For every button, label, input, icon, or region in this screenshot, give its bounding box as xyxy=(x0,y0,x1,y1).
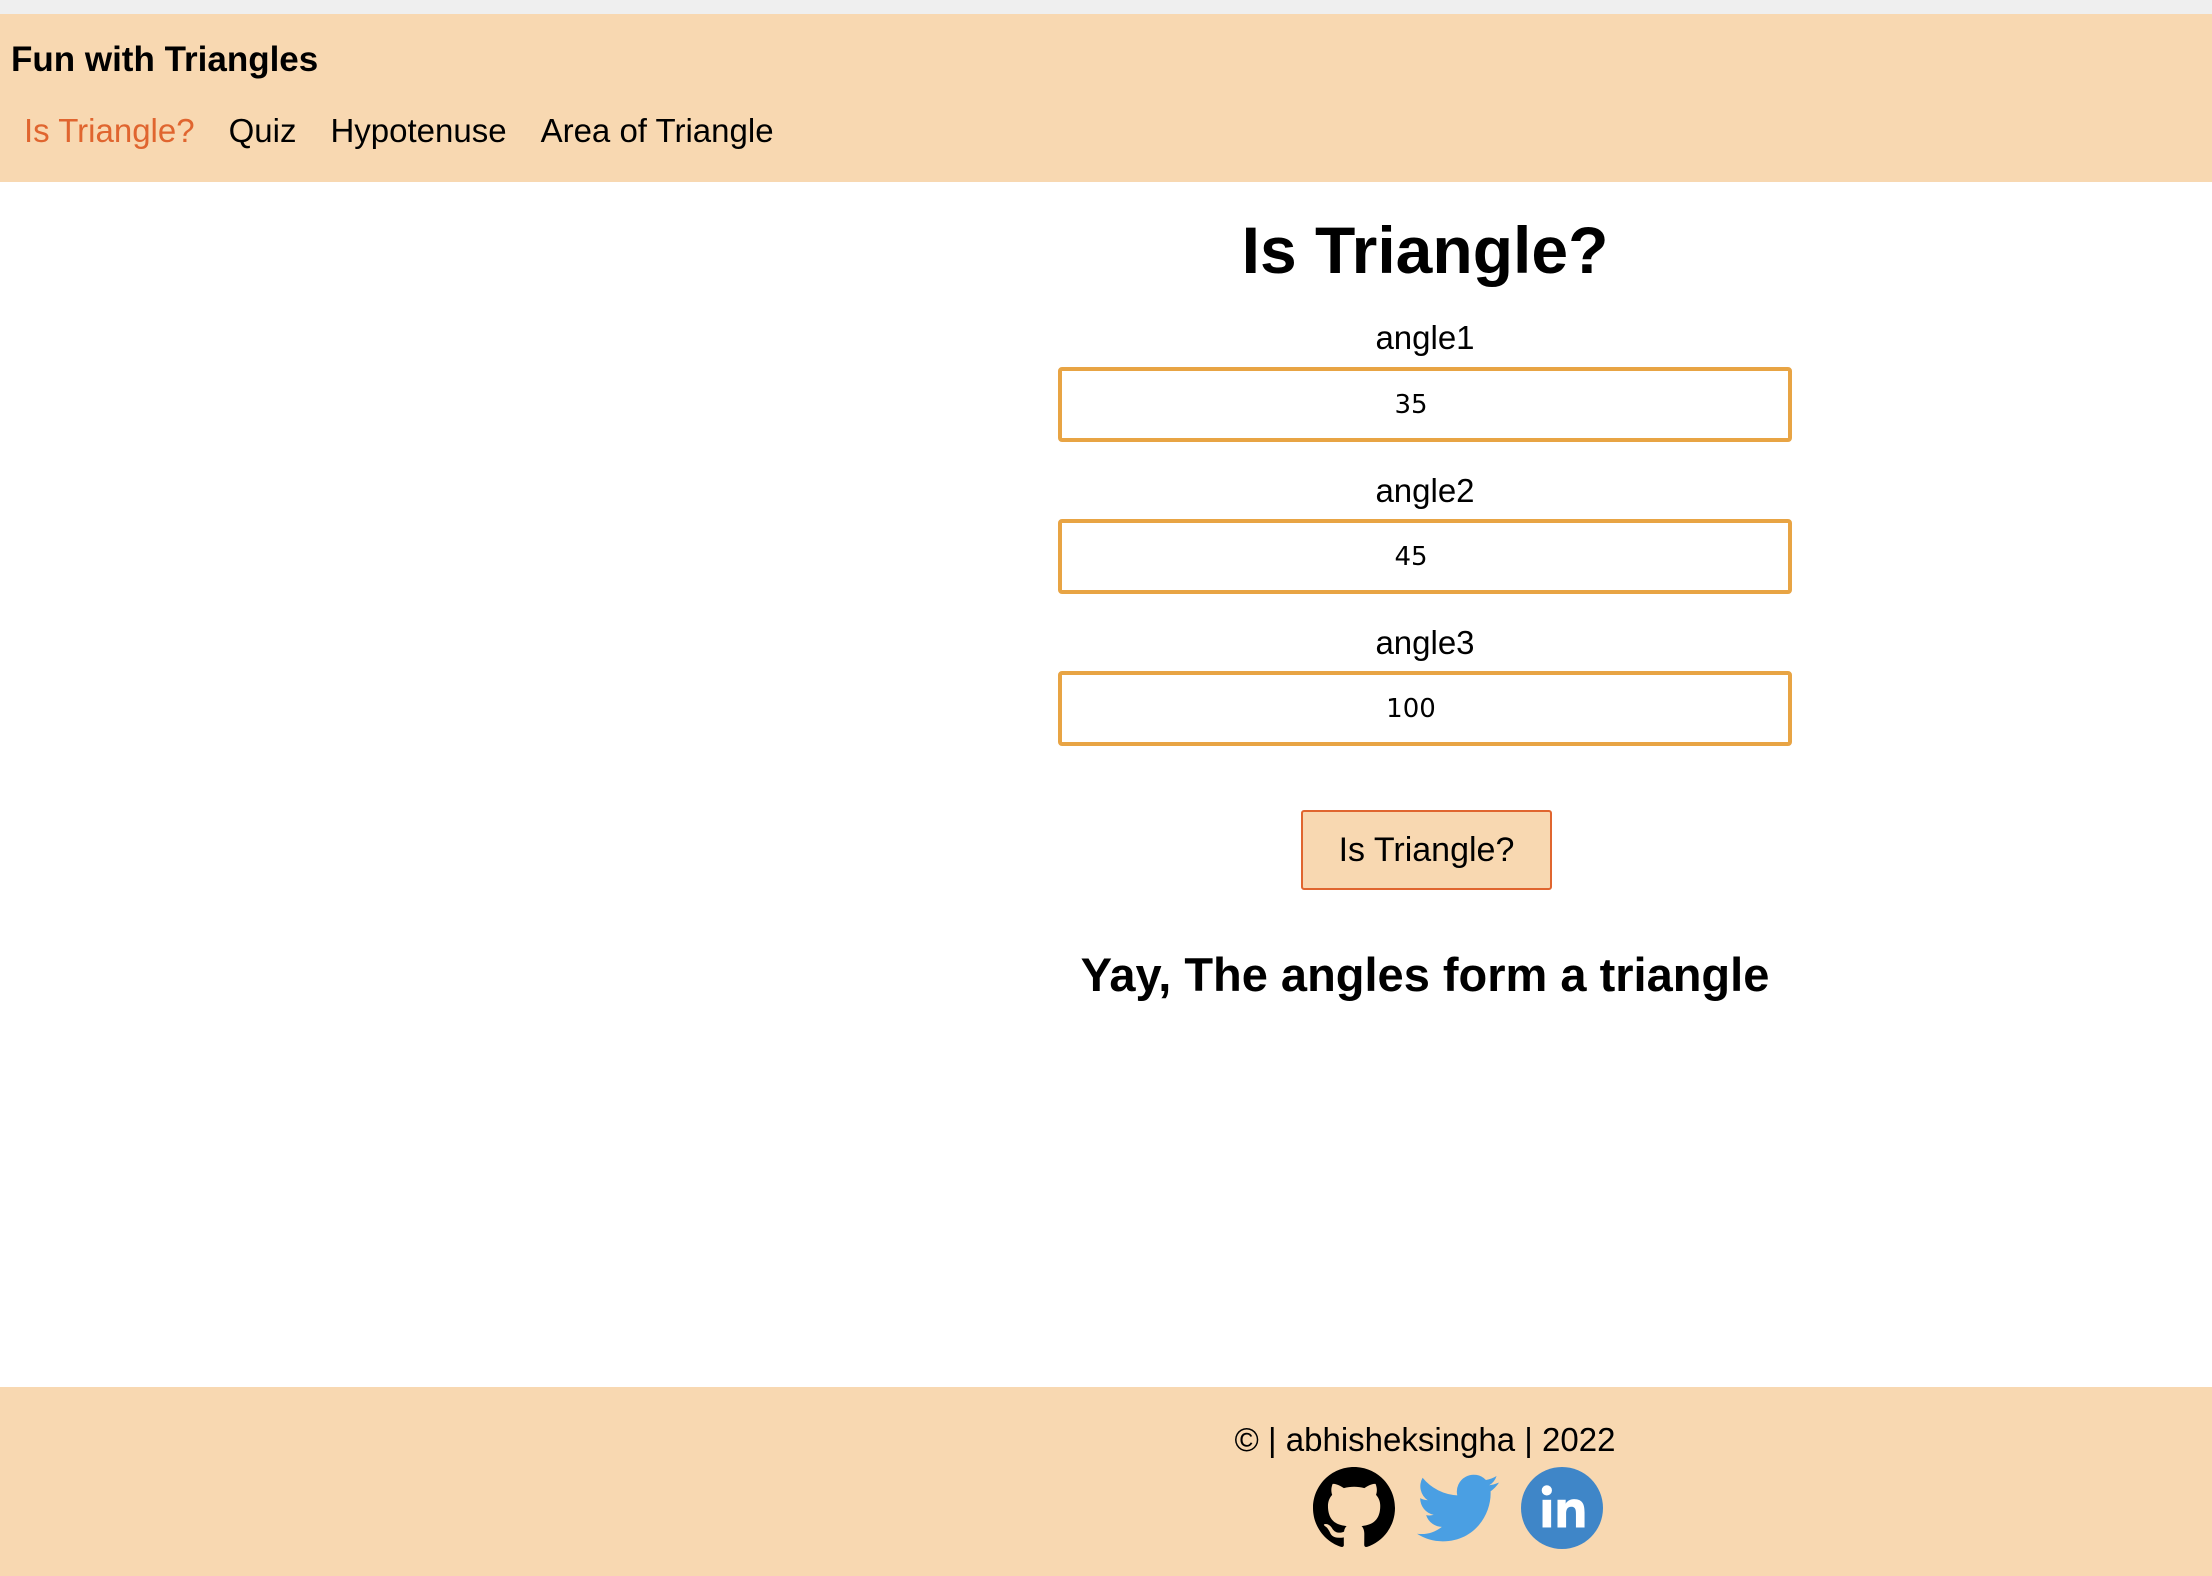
site-footer: © | abhisheksingha | 2022 xyxy=(0,1387,2212,1576)
result-message: Yay, The angles form a triangle xyxy=(1080,948,1770,1001)
angle1-label: angle1 xyxy=(1375,319,1475,356)
site-header: Fun with Triangles Is Triangle? Quiz Hyp… xyxy=(0,14,2212,182)
linkedin-link[interactable] xyxy=(1521,1467,1603,1549)
main-content: Is Triangle? angle1 angle2 angle3 Is Tri… xyxy=(1058,182,1792,1387)
footer-copyright: © | abhisheksingha | 2022 xyxy=(1234,1421,1616,1458)
nav-link-quiz[interactable]: Quiz xyxy=(229,112,297,150)
github-icon xyxy=(1313,1467,1395,1547)
page-title: Is Triangle? xyxy=(1241,213,1609,287)
twitter-link[interactable] xyxy=(1417,1467,1499,1549)
nav-link-area-of-triangle[interactable]: Area of Triangle xyxy=(541,112,774,150)
nav-link-hypotenuse[interactable]: Hypotenuse xyxy=(330,112,506,150)
angle2-input[interactable] xyxy=(1058,519,1792,594)
angle3-label: angle3 xyxy=(1375,624,1475,661)
angle3-input[interactable] xyxy=(1058,671,1792,746)
social-links xyxy=(1313,1467,1603,1549)
nav-link-is-triangle[interactable]: Is Triangle? xyxy=(24,112,195,150)
browser-top-strip xyxy=(0,0,2212,14)
linkedin-icon xyxy=(1521,1467,1603,1549)
github-link[interactable] xyxy=(1313,1467,1395,1549)
angle1-input[interactable] xyxy=(1058,367,1792,442)
main-nav: Is Triangle? Quiz Hypotenuse Area of Tri… xyxy=(24,112,774,150)
is-triangle-button[interactable]: Is Triangle? xyxy=(1301,810,1552,890)
angle2-label: angle2 xyxy=(1375,472,1475,509)
twitter-icon xyxy=(1417,1474,1499,1542)
brand-title: Fun with Triangles xyxy=(11,40,319,79)
